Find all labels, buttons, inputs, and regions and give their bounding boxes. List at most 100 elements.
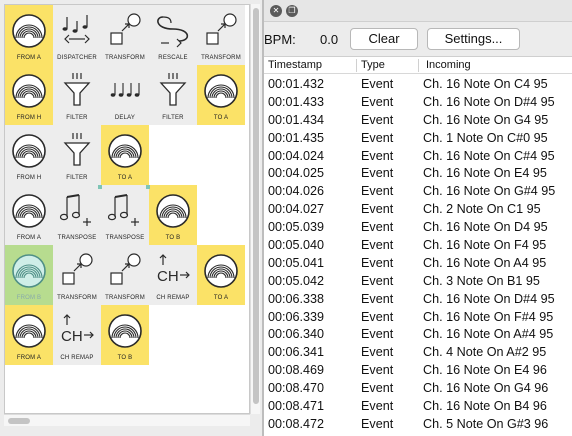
patcher-grid[interactable]: FROM A DISPATCHER TRANSFORM RESCALE TRAN… [4, 4, 250, 414]
incoming-cell: Ch. 16 Note On G4 96 [423, 381, 549, 396]
table-row[interactable]: 00:04.027 Event Ch. 2 Note On C1 95 [264, 201, 572, 219]
table-header: Timestamp Type Incoming [264, 57, 572, 74]
horizontal-scroll-thumb[interactable] [8, 418, 30, 424]
horizontal-scrollbar[interactable] [4, 414, 250, 426]
to-a-node-2[interactable]: TO A [101, 125, 149, 185]
type-cell: Event [361, 166, 394, 181]
ch-remap-node-2[interactable]: CH CH REMAP [53, 305, 101, 365]
type-cell: Event [361, 381, 394, 396]
node-label: TO B [117, 355, 133, 361]
incoming-cell: Ch. 16 Note On C#4 95 [423, 148, 555, 163]
table-row[interactable]: 00:05.040 Event Ch. 16 Note On F4 95 [264, 237, 572, 255]
vertical-scroll-thumb[interactable] [253, 8, 259, 404]
timestamp-cell: 00:01.435 [268, 130, 325, 145]
node-label: CH REMAP [156, 295, 190, 301]
transform-node-3[interactable]: TRANSFORM [53, 245, 101, 305]
close-icon[interactable]: ✕ [270, 5, 282, 17]
incoming-cell: Ch. 16 Note On B4 96 [423, 399, 547, 414]
table-row[interactable]: 00:01.434 Event Ch. 16 Note On G4 95 [264, 112, 572, 130]
incoming-cell: Ch. 16 Note On A#4 95 [423, 327, 554, 342]
settings-button[interactable]: Settings... [427, 28, 520, 50]
from-h-node-1[interactable]: FROM H [5, 65, 53, 125]
to-b-node-1[interactable]: TO B [149, 185, 197, 245]
type-cell: Event [361, 202, 394, 217]
timestamp-cell: 00:05.039 [268, 220, 325, 235]
to-a-node-3[interactable]: TO A [197, 245, 245, 305]
from-b-node[interactable]: FROM B [5, 245, 53, 305]
filter-node-3[interactable]: FILTER [53, 125, 101, 185]
node-label: FROM H [16, 115, 42, 121]
clear-button[interactable]: Clear [350, 28, 418, 50]
transpose-node-2[interactable]: TRANSPOSE [101, 185, 149, 245]
from-h-node-2[interactable]: FROM H [5, 125, 53, 185]
transform-node-2[interactable]: TRANSFORM [197, 5, 245, 65]
filter-node-2[interactable]: FILTER [149, 65, 197, 125]
timestamp-cell: 00:08.470 [268, 381, 325, 396]
table-row[interactable]: 00:04.025 Event Ch. 16 Note On E4 95 [264, 165, 572, 183]
incoming-cell: Ch. 5 Note On G#3 96 [423, 416, 549, 431]
transform-node-1[interactable]: TRANSFORM [101, 5, 149, 65]
type-cell: Event [361, 184, 394, 199]
table-row[interactable]: 00:06.341 Event Ch. 4 Note On A#2 95 [264, 344, 572, 362]
window-mode-icon[interactable]: ❐ [286, 5, 298, 17]
table-row[interactable]: 00:05.039 Event Ch. 16 Note On D4 95 [264, 219, 572, 237]
delay-node[interactable]: DELAY [101, 65, 149, 125]
to-a-node-1[interactable]: TO A [197, 65, 245, 125]
ch-remap-node-1[interactable]: CH CH REMAP [149, 245, 197, 305]
node-label: TRANSFORM [57, 295, 97, 301]
filter-node-1[interactable]: FILTER [53, 65, 101, 125]
column-separator[interactable] [418, 59, 419, 72]
table-row[interactable]: 00:04.024 Event Ch. 16 Note On C#4 95 [264, 148, 572, 166]
node-label: DELAY [114, 115, 136, 121]
type-cell: Event [361, 399, 394, 414]
dispatcher-node[interactable]: DISPATCHER [53, 5, 101, 65]
table-row[interactable]: 00:08.469 Event Ch. 16 Note On E4 96 [264, 362, 572, 380]
rescale-node[interactable]: RESCALE [149, 5, 197, 65]
table-row[interactable]: 00:08.470 Event Ch. 16 Note On G4 96 [264, 380, 572, 398]
svg-text:CH: CH [157, 268, 179, 285]
event-log-table[interactable]: Timestamp Type Incoming 00:01.432 Event Ch… [264, 56, 572, 436]
transpose-node-1[interactable]: TRANSPOSE [53, 185, 101, 245]
incoming-cell: Ch. 16 Note On E4 96 [423, 363, 547, 378]
monitor-titlebar: ✕ ❐ [264, 0, 572, 22]
node-label: TO A [213, 295, 229, 301]
timestamp-cell: 00:05.042 [268, 273, 325, 288]
node-label: TRANSPOSE [57, 235, 97, 241]
monitor-toolbar: BPM: 0.0 Clear Settings... [264, 26, 572, 54]
connection-port[interactable] [98, 185, 102, 189]
type-cell: Event [361, 130, 394, 145]
timestamp-cell: 00:08.472 [268, 416, 325, 431]
table-row[interactable]: 00:08.471 Event Ch. 16 Note On B4 96 [264, 398, 572, 416]
from-a-node-3[interactable]: FROM A [5, 305, 53, 365]
timestamp-cell: 00:01.433 [268, 94, 325, 109]
table-row[interactable]: 00:04.026 Event Ch. 16 Note On G#4 95 [264, 183, 572, 201]
column-header-type[interactable]: Type [361, 59, 385, 71]
table-row[interactable]: 00:01.433 Event Ch. 16 Note On D#4 95 [264, 94, 572, 112]
column-header-timestamp[interactable]: Timestamp [268, 59, 322, 71]
node-label: FROM A [16, 235, 42, 241]
column-separator[interactable] [356, 59, 357, 72]
vertical-scrollbar[interactable] [250, 4, 260, 414]
node-label: CH REMAP [60, 355, 94, 361]
table-row[interactable]: 00:06.338 Event Ch. 16 Note On D#4 95 [264, 291, 572, 309]
table-row[interactable]: 00:08.472 Event Ch. 5 Note On G#3 96 [264, 416, 572, 434]
table-row[interactable]: 00:05.042 Event Ch. 3 Note On B1 95 [264, 273, 572, 291]
node-label: RESCALE [158, 55, 188, 61]
node-label: TO A [213, 115, 229, 121]
timestamp-cell: 00:05.040 [268, 238, 325, 253]
table-row[interactable]: 00:06.340 Event Ch. 16 Note On A#4 95 [264, 326, 572, 344]
table-row[interactable]: 00:05.041 Event Ch. 16 Note On A4 95 [264, 255, 572, 273]
from-a-node-1[interactable]: FROM A [5, 5, 53, 65]
type-cell: Event [361, 112, 394, 127]
to-b-node-2[interactable]: TO B [101, 305, 149, 365]
from-a-node-2[interactable]: FROM A [5, 185, 53, 245]
column-header-incoming[interactable]: Incoming [426, 59, 471, 71]
connection-port[interactable] [146, 185, 150, 189]
type-cell: Event [361, 220, 394, 235]
transform-node-4[interactable]: TRANSFORM [101, 245, 149, 305]
type-cell: Event [361, 77, 394, 91]
table-row[interactable]: 00:06.339 Event Ch. 16 Note On F#4 95 [264, 309, 572, 327]
table-row[interactable]: 00:01.435 Event Ch. 1 Note On C#0 95 [264, 130, 572, 148]
incoming-cell: Ch. 16 Note On G4 95 [423, 112, 549, 127]
table-row[interactable]: 00:01.432 Event Ch. 16 Note On C4 95 [264, 76, 572, 94]
